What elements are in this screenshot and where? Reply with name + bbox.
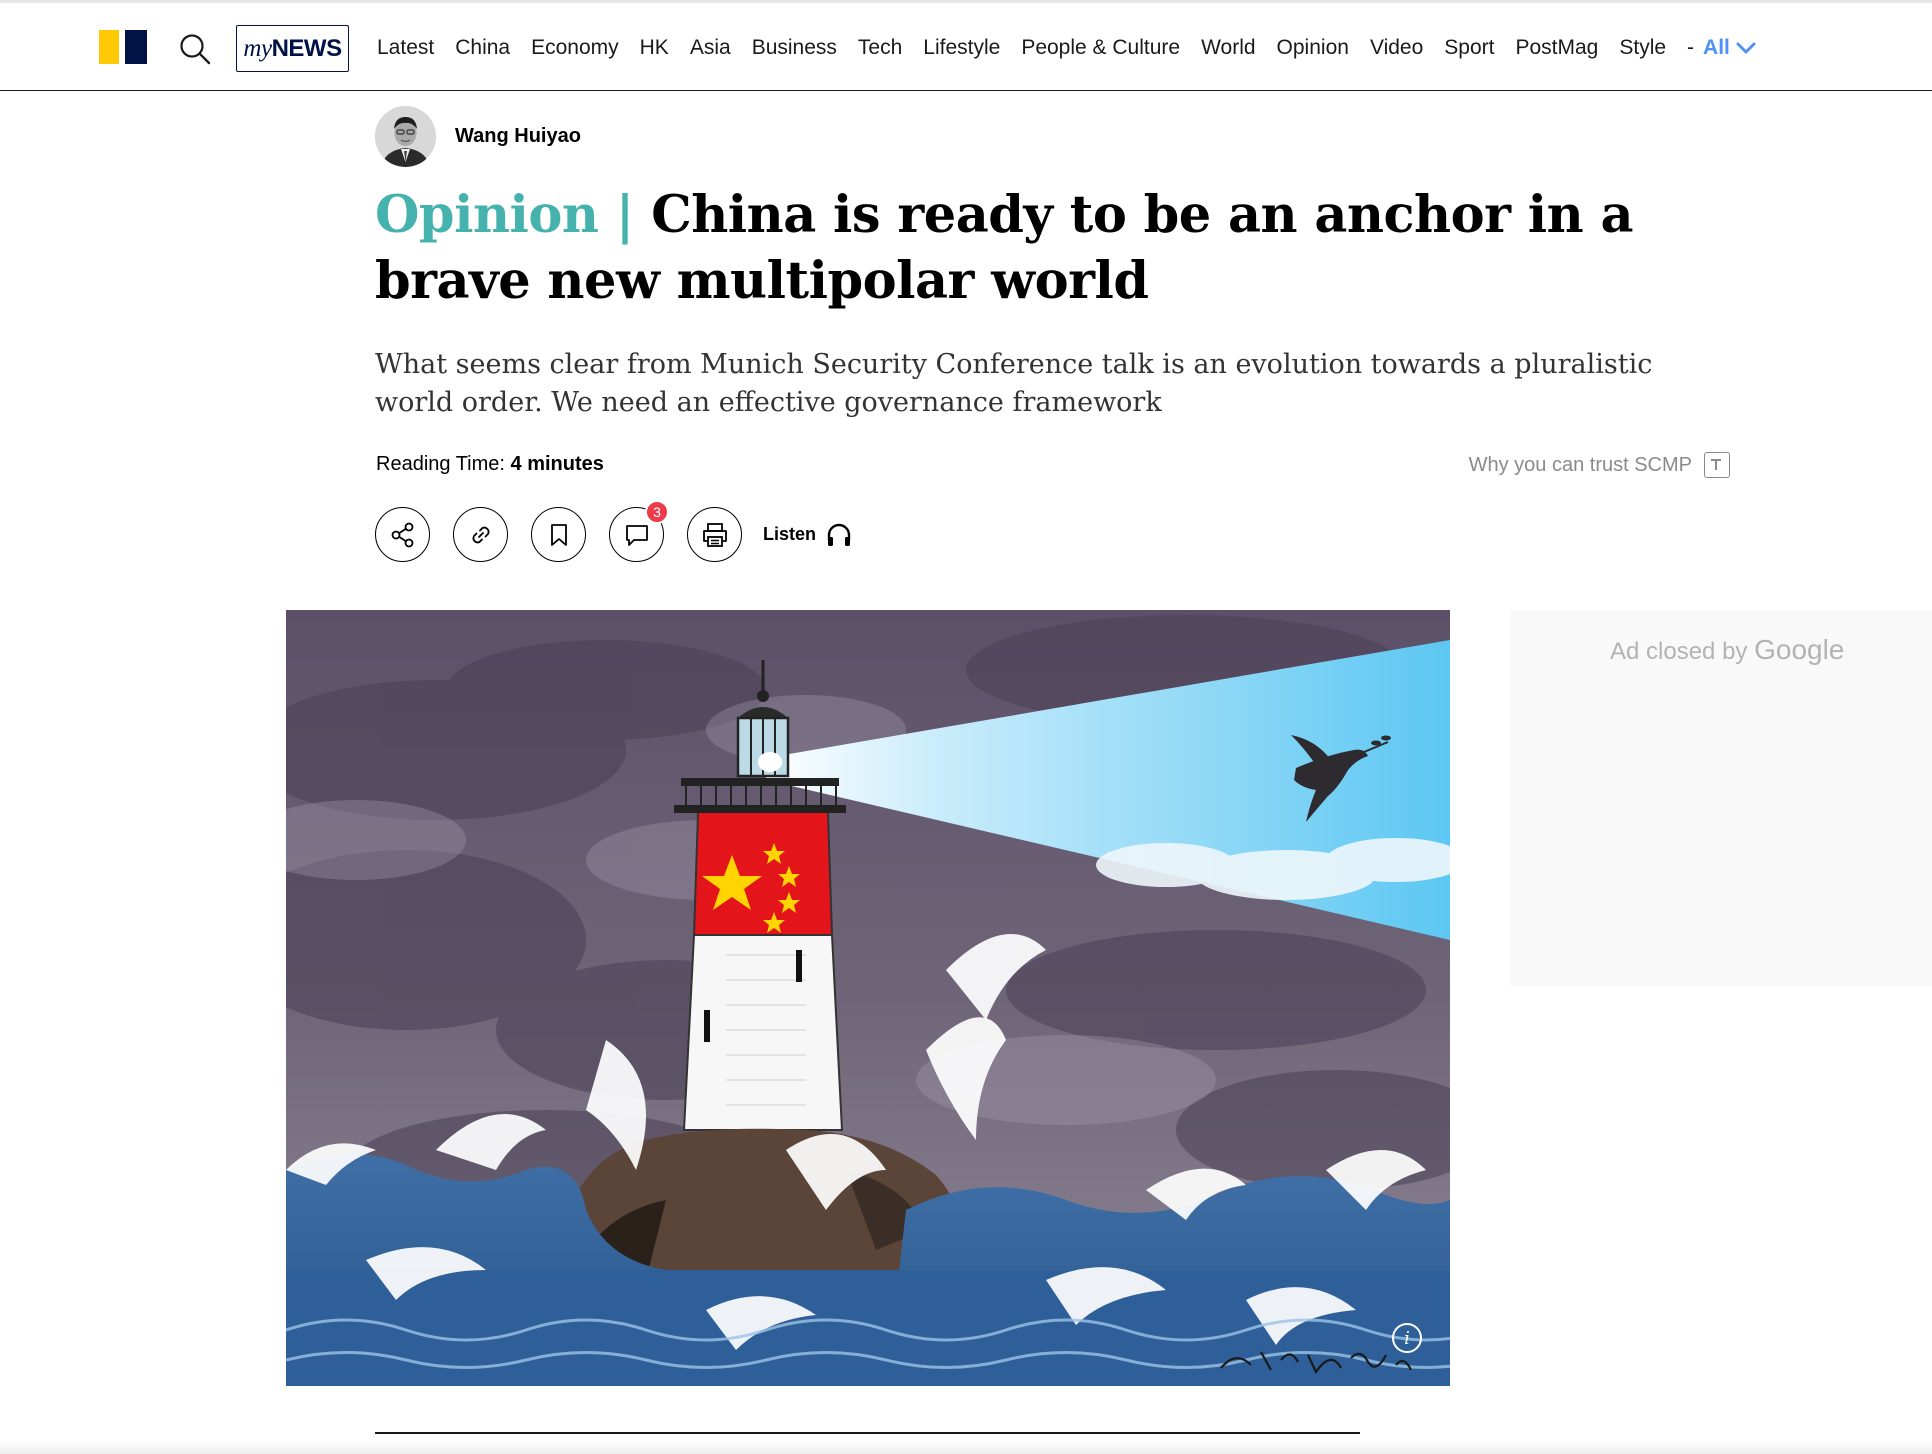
nav-item-asia[interactable]: Asia [690,36,731,60]
mynews-button[interactable]: my NEWS [236,25,349,72]
share-icon [391,522,413,547]
copy-link-button[interactable] [453,507,508,562]
comment-count-badge: 3 [645,500,669,524]
author-byline: Wang Huiyao [375,106,581,167]
reading-time-value: 4 minutes [510,453,604,475]
author-name-link[interactable]: Wang Huiyao [455,125,581,148]
section-nav: Latest China Economy HK Asia Business Te… [377,33,1756,63]
print-button[interactable] [687,507,742,562]
section-label-opinion[interactable]: Opinion [375,185,599,245]
nav-all-dropdown[interactable]: All [1703,36,1756,60]
reading-time-label: Reading Time: [376,453,505,475]
nav-item-people-culture[interactable]: People & Culture [1021,36,1180,60]
mynews-label-my: my [243,34,272,62]
nav-item-hk[interactable]: HK [640,36,669,60]
nav-all-label: All [1703,36,1730,59]
print-icon [702,522,727,547]
chevron-down-icon [1736,42,1756,54]
article-summary: What seems clear from Munich Security Co… [375,349,1653,418]
nav-item-style[interactable]: Style [1619,36,1666,60]
share-button[interactable] [375,507,430,562]
scmp-logo[interactable] [99,30,147,64]
comment-icon [625,524,648,546]
nav-item-latest[interactable]: Latest [377,36,434,60]
headline-separator: | [615,185,635,245]
image-info-icon[interactable]: i [1392,1323,1422,1353]
nav-item-opinion[interactable]: Opinion [1277,36,1349,60]
logo-yellow-block [99,30,119,64]
nav-item-economy[interactable]: Economy [531,36,619,60]
nav-item-world[interactable]: World [1201,36,1255,60]
trust-icon [1704,452,1730,478]
nav-separator: - [1687,36,1695,59]
top-navbar: my NEWS Latest China Economy HK Asia Busi… [0,3,1932,91]
hero-illustration[interactable] [286,610,1450,1386]
author-avatar[interactable] [375,106,436,167]
search-icon[interactable] [178,32,212,66]
listen-button[interactable]: Listen [763,522,852,548]
bookmark-button[interactable] [531,507,586,562]
ad-slot: Ad closed by Google [1510,610,1932,986]
nav-item-lifestyle[interactable]: Lifestyle [923,36,1000,60]
ad-closed-notice: Ad closed by Google [1610,634,1844,666]
nav-item-postmag[interactable]: PostMag [1515,36,1598,60]
listen-label: Listen [763,524,817,544]
comments-button[interactable]: 3 [609,500,669,562]
article-actions: 3 Listen [375,500,852,562]
bookmark-icon [550,523,567,546]
page-bottom-shade [0,1440,1932,1454]
reading-time: Reading Time: 4 minutes [376,453,604,476]
nav-item-tech[interactable]: Tech [858,36,902,60]
nav-item-china[interactable]: China [455,36,510,60]
content-divider [375,1432,1360,1434]
article-headline: Opinion | China is ready to be an anchor… [375,182,1735,314]
ad-closed-prefix: Ad closed by [1610,638,1748,665]
logo-navy-block [125,30,147,64]
nav-item-business[interactable]: Business [752,36,837,60]
link-icon [472,526,489,543]
nav-item-sport[interactable]: Sport [1444,36,1494,60]
google-wordmark: Google [1754,634,1845,665]
nav-item-video[interactable]: Video [1370,36,1423,60]
trust-scmp-link[interactable]: Why you can trust SCMP [1469,452,1730,478]
headphones-icon [827,523,851,546]
trust-label: Why you can trust SCMP [1468,453,1692,476]
mynews-label-news: NEWS [271,34,343,62]
